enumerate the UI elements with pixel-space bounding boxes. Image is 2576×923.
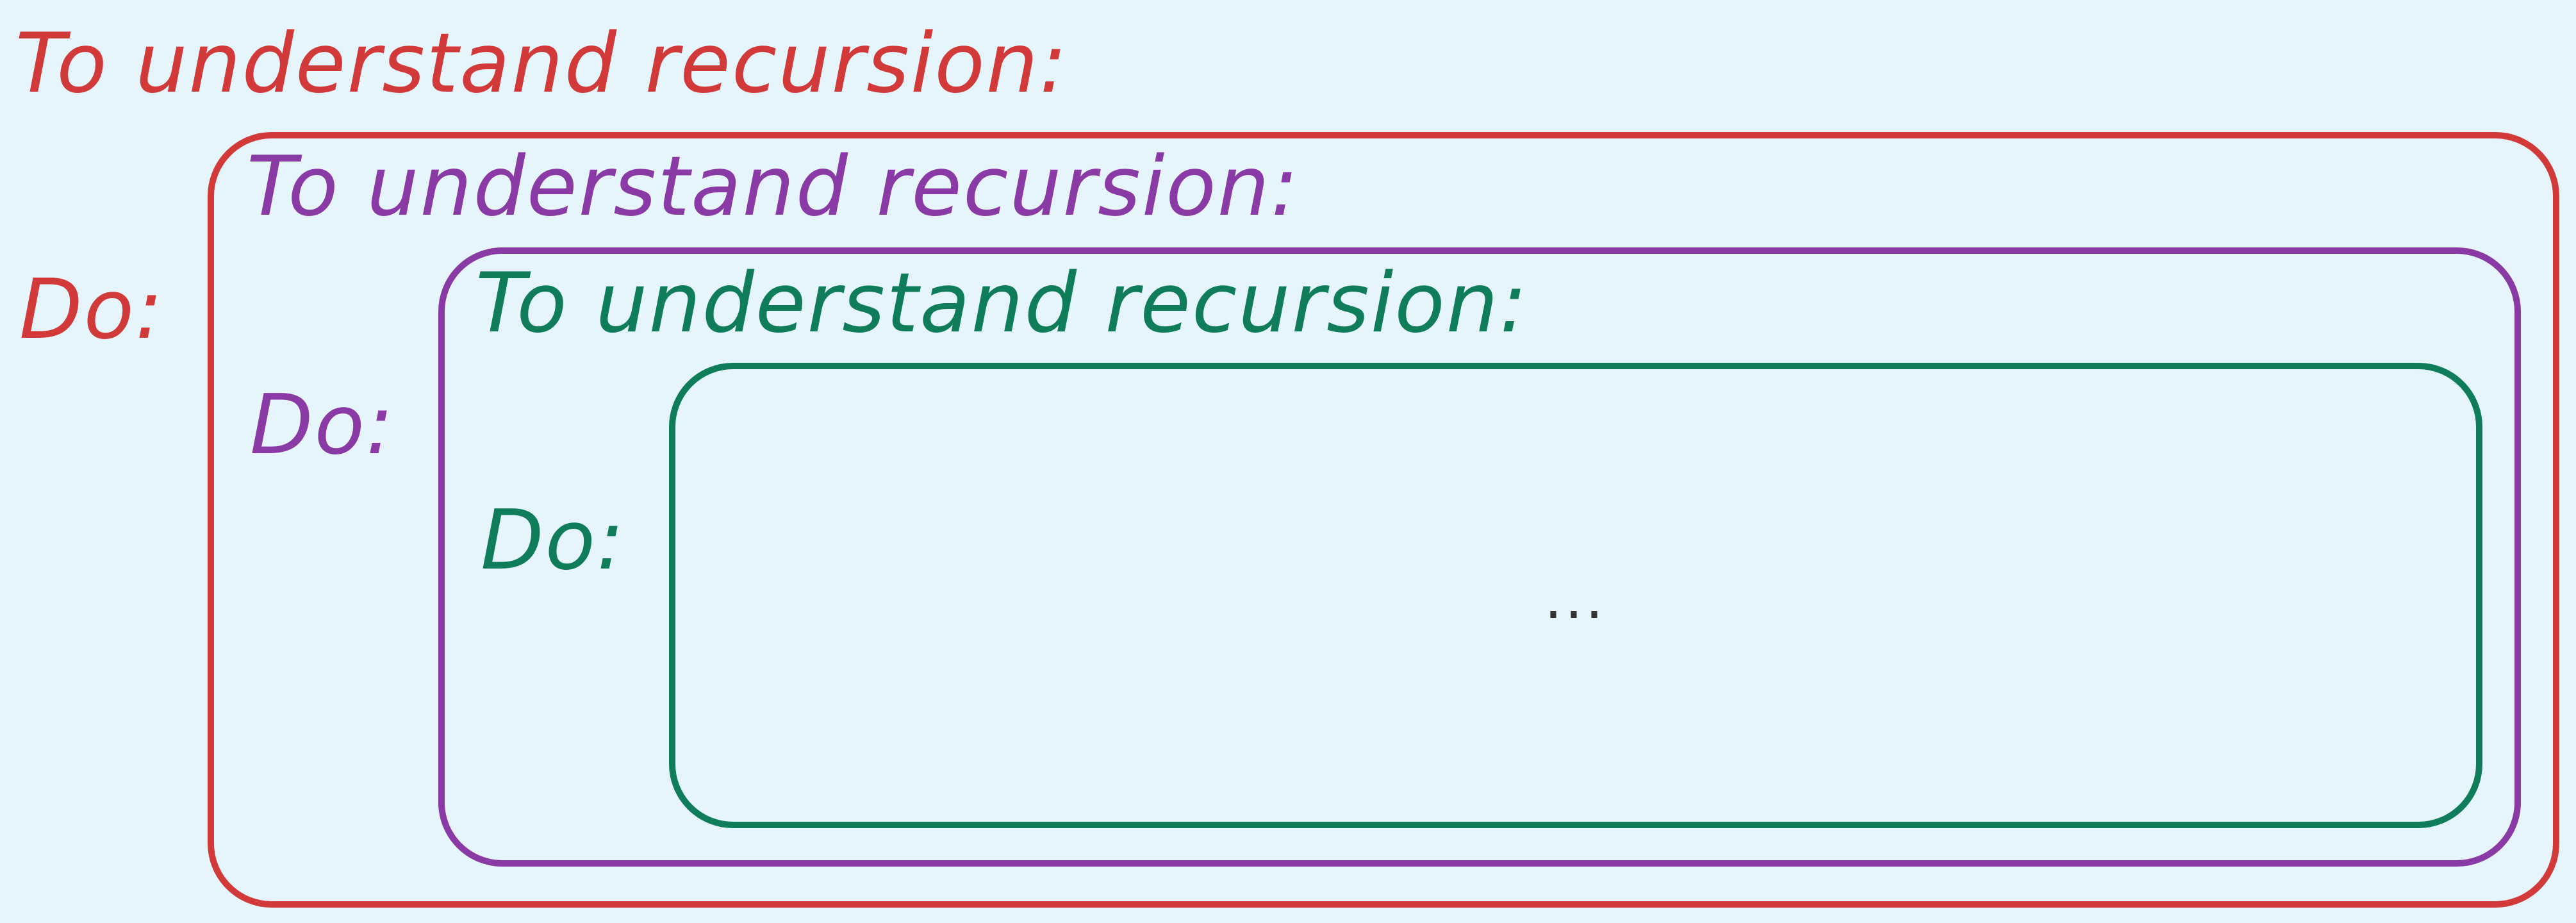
level-1-do-label: Do: (19, 262, 164, 358)
inner-ellipsis: ... (1544, 565, 1606, 631)
level-3-do-label: Do: (481, 493, 625, 588)
level-2-do-label: Do: (250, 378, 395, 473)
level-1-heading: To understand recursion: (15, 16, 1068, 112)
level-3-heading: To understand recursion: (475, 256, 1528, 351)
level-2-heading: To understand recursion: (247, 139, 1300, 235)
recursion-diagram: To understand recursion: Do: To understa… (0, 0, 2576, 923)
